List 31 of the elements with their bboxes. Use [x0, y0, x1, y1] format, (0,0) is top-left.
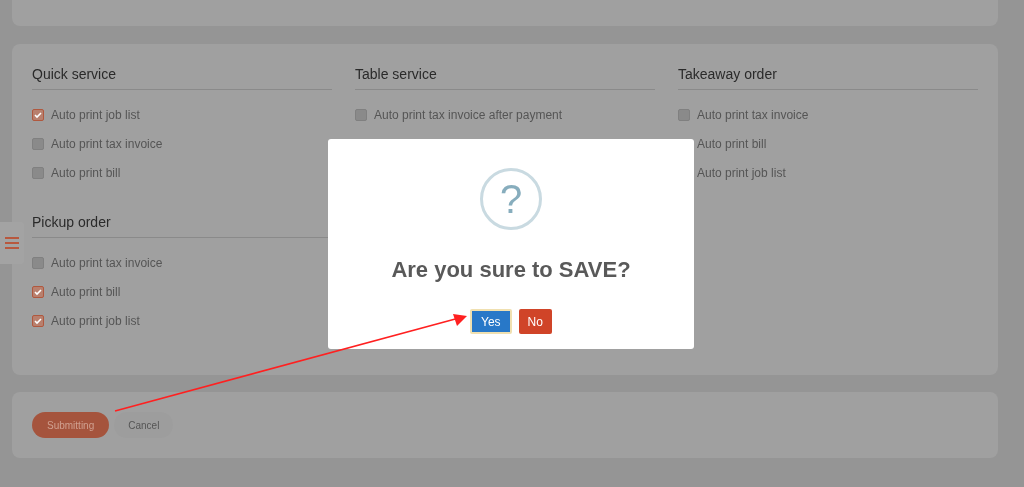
option-label: Auto print bill: [51, 164, 121, 182]
option-label: Auto print tax invoice after payment: [374, 106, 563, 124]
checkbox[interactable]: [32, 285, 44, 298]
checkbox[interactable]: [32, 137, 44, 150]
checkbox[interactable]: [32, 166, 44, 179]
dialog-title: Are you sure to SAVE?: [391, 256, 631, 284]
checkbox[interactable]: [32, 256, 44, 269]
submit-button[interactable]: Submitting: [32, 412, 110, 438]
option-label: Auto print bill: [697, 135, 767, 153]
checkbox[interactable]: [355, 108, 367, 121]
option-label: Auto print tax invoice: [697, 106, 809, 124]
checkbox[interactable]: [32, 314, 44, 327]
section-title: Quick service: [32, 64, 118, 84]
section-title: Table service: [355, 64, 438, 84]
option-label: Auto print job list: [697, 164, 786, 182]
no-button[interactable]: No: [518, 309, 552, 334]
option-label: Auto print job list: [51, 106, 140, 124]
check-icon: [34, 287, 42, 296]
option-label: Auto print bill: [51, 283, 121, 301]
checkbox[interactable]: [678, 108, 690, 121]
question-icon: ?: [480, 168, 542, 230]
check-icon: [34, 316, 42, 325]
yes-button[interactable]: Yes: [470, 309, 512, 334]
section-title: Takeaway order: [678, 64, 778, 84]
option-label: Auto print tax invoice: [51, 254, 163, 272]
section-title: Pickup order: [32, 212, 112, 232]
checkbox[interactable]: [32, 108, 44, 121]
option-label: Auto print job list: [51, 312, 140, 330]
menu-icon: [5, 237, 19, 249]
option-label: Auto print tax invoice: [51, 135, 163, 153]
check-icon: [34, 110, 42, 119]
